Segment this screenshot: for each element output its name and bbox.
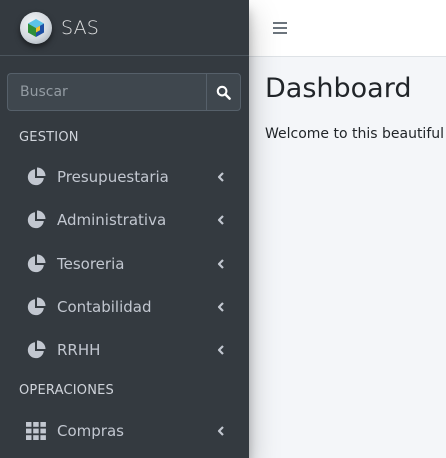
sidebar-item-label: Compras — [57, 422, 124, 440]
search-input[interactable] — [7, 73, 206, 111]
nav-header-gestion: GESTION — [19, 130, 79, 145]
search-icon — [216, 85, 231, 100]
sidebar-item-label: Presupuestaria — [57, 168, 169, 186]
welcome-text: Welcome to this beautiful — [265, 126, 445, 142]
grid-icon — [26, 421, 46, 441]
chevron-left-icon — [217, 345, 224, 355]
brand-logo-icon — [20, 11, 52, 44]
nav-header-operaciones: OPERACIONES — [19, 383, 114, 398]
content-wrapper: Dashboard Welcome to this beautiful — [249, 57, 446, 458]
chevron-left-icon — [217, 172, 224, 182]
sidebar-item-contabilidad[interactable]: Contabilidad — [8, 288, 241, 326]
sidebar-item-administrativa[interactable]: Administrativa — [8, 201, 241, 239]
chevron-left-icon — [217, 426, 224, 436]
pie-chart-icon — [26, 297, 46, 317]
pie-chart-icon — [26, 210, 46, 230]
sidebar-search — [7, 73, 241, 111]
search-button[interactable] — [206, 73, 241, 111]
brand-link[interactable]: SAS — [0, 0, 249, 56]
sidebar: SAS GESTION Presupuestaria — [0, 0, 249, 458]
chevron-left-icon — [217, 215, 224, 225]
sidebar-item-presupuestaria[interactable]: Presupuestaria — [8, 158, 241, 196]
sidebar-item-compras[interactable]: Compras — [8, 412, 241, 450]
pie-chart-icon — [26, 340, 46, 360]
sidebar-item-tesoreria[interactable]: Tesoreria — [8, 245, 241, 283]
pie-chart-icon — [26, 167, 46, 187]
chevron-left-icon — [217, 302, 224, 312]
sidebar-item-label: RRHH — [57, 341, 101, 359]
top-navbar — [249, 0, 446, 57]
pie-chart-icon — [26, 254, 46, 274]
sidebar-item-label: Tesoreria — [57, 255, 125, 273]
brand-name: SAS — [61, 16, 100, 39]
sidebar-item-rrhh[interactable]: RRHH — [8, 331, 241, 369]
page-title: Dashboard — [265, 73, 412, 104]
sidebar-item-label: Contabilidad — [57, 298, 152, 316]
sidebar-item-label: Administrativa — [57, 211, 167, 229]
chevron-left-icon — [217, 259, 224, 269]
hamburger-icon[interactable] — [272, 20, 288, 36]
